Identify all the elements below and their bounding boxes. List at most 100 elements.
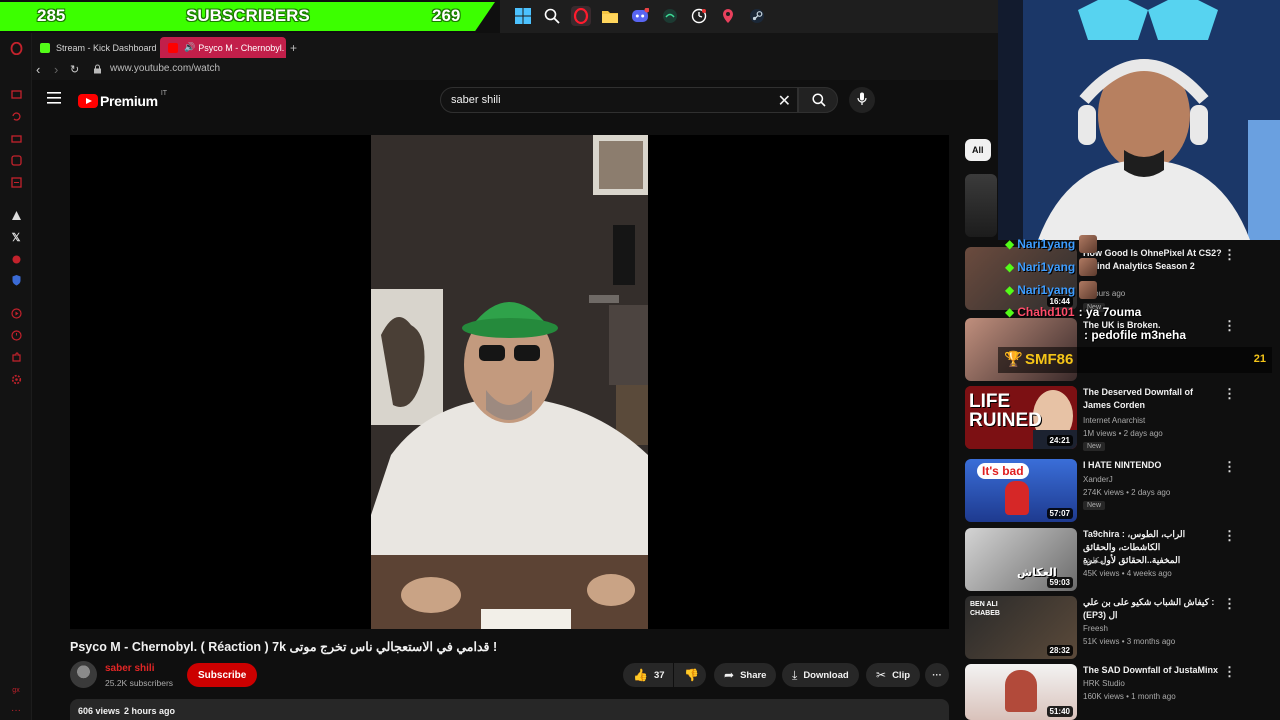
sidebar-icon-2[interactable] [9,109,23,123]
vpn-shield-icon[interactable] [9,273,23,287]
share-icon: ➦ [724,668,735,682]
microphone-icon [857,92,867,105]
sidebar-icon-7[interactable]: gx [9,683,23,697]
badge-icon: ◆ [1005,260,1015,274]
file-explorer-icon[interactable] [600,6,620,26]
clock-icon[interactable] [689,6,709,26]
recommendation-item[interactable]: العكاش 59:03 Ta9chira : الراب، الطوس، ال… [965,528,1270,592]
thumbnail-text: It's bad [977,463,1029,479]
emote-icon [1079,235,1098,253]
youtube-premium-logo[interactable]: Premium IT [78,89,168,109]
view-count: 45K views [1083,569,1120,578]
video-duration: 51:40 [1046,706,1073,717]
video-title: كيفاش الشباب شكيو على بن علي : (EP3) ال [1083,597,1215,620]
dislike-button[interactable]: 👎 [674,663,706,687]
location-icon[interactable] [718,6,738,26]
top-supporter-count: 21 [1253,353,1266,365]
thumbs-down-icon: 👎 [684,668,699,682]
recommendation-item[interactable]: 51:40 The SAD Downfall of JustaMinx HRK … [965,664,1270,720]
search-input[interactable]: saber shili ✕ [440,87,798,113]
thumbs-up-icon: 👍 [633,668,648,682]
youtube-header: Premium IT saber shili ✕ [32,80,998,120]
like-count: 37 [653,669,665,681]
video-frame-image [371,135,648,629]
kick-icon [40,42,50,53]
view-count: 274K views [1083,488,1124,497]
video-owner-row: saber shili 25.2K subscribers Subscribe … [70,661,950,689]
channel-avatar[interactable] [70,661,97,688]
badge-icon: ◆ [1005,237,1015,251]
emote-icon [1079,258,1098,276]
new-tab-button[interactable]: + [286,37,304,58]
more-vertical-icon[interactable]: ⋮ [1223,664,1236,680]
badge-icon: ◆ [1005,305,1015,319]
recommendation-item[interactable]: It's bad 57:07 I HATE NINTENDO XanderJ 2… [965,459,1270,523]
thumbnail-text: LIFE RUINED [969,391,1042,431]
discord-icon[interactable] [630,6,650,26]
more-vertical-icon[interactable]: ⋮ [1223,386,1236,402]
more-actions-button[interactable]: ··· [925,663,949,687]
sidebar-icon-3[interactable] [9,131,23,145]
more-horizontal-icon: ··· [932,669,942,681]
webcam-image [998,0,1280,240]
upload-age: 2 hours ago [124,706,176,716]
tab-kick-dashboard[interactable]: Stream - Kick Dashboard [32,37,160,58]
subscriber-count: 25.2K subscribers [105,678,174,688]
video-age: 1 month ago [1131,692,1176,701]
description-box[interactable]: 606 views 2 hours ago [70,699,949,720]
recommendation-item[interactable]: BEN ALI CHABEB 28:32 كيفاش الشباب شكيو ع… [965,596,1270,660]
more-vertical-icon[interactable]: ⋮ [1223,459,1236,475]
sidebar-icon-5[interactable] [9,175,23,189]
sidebar-icon-4[interactable] [9,153,23,167]
voice-search-button[interactable] [849,87,875,113]
app-icon[interactable] [660,6,680,26]
subscriber-count-left: 285 [37,6,66,25]
history-icon[interactable] [9,328,23,342]
video-title: Psyco M - Chernobyl. ( Réaction ) 7k قدا… [70,640,498,654]
video-frame [371,135,648,629]
logo-region: IT [160,89,168,97]
player-icon[interactable] [9,306,23,320]
tab-youtube-video[interactable]: 🔊 Psyco M - Chernobyl. [160,37,286,58]
search-icon[interactable] [542,6,562,26]
chat-overlay: ◆ Nari1yang ◆ Nari1yang ◆ Nari1yang ◆ Ch… [1005,232,1275,352]
channel-name: HRK Studio [1083,679,1125,688]
video-player[interactable] [70,135,949,629]
chat-message: ◆ Nari1yang [1005,280,1098,300]
opera-icon[interactable] [571,6,591,26]
recommendation-item[interactable]: LIFE RUINED 24:21 The Deserved Downfall … [965,386,1270,451]
x-twitter-icon[interactable]: 𝕏 [9,230,23,244]
clear-search-icon[interactable]: ✕ [778,91,791,111]
settings-gear-icon[interactable] [9,372,23,386]
sidebar-icon-6[interactable] [9,252,23,266]
filter-chip-all[interactable]: All [965,139,991,161]
download-button[interactable]: ⤓ Download [782,663,859,687]
opera-logo-icon[interactable] [9,41,23,55]
extensions-icon[interactable] [9,350,23,364]
aria-icon[interactable] [9,208,23,222]
steam-icon[interactable] [747,6,767,26]
sidebar-icon-1[interactable] [9,87,23,101]
share-button[interactable]: ➦ Share [714,663,777,687]
chat-message: : pedofile m3neha [1080,325,1186,345]
tab-label: Psyco M - Chernobyl. [198,42,285,53]
more-vertical-icon[interactable]: ⋮ [1223,596,1236,612]
url-text[interactable]: www.youtube.com/watch [110,63,220,74]
channel-name[interactable]: saber shili [105,663,154,674]
more-vertical-icon[interactable]: ⋮ [1223,528,1236,544]
view-count: 606 views [78,706,121,716]
like-button[interactable]: 👍 37 [623,663,673,687]
more-icon[interactable]: ··· [9,703,23,717]
video-duration: 57:07 [1046,508,1073,519]
forward-icon[interactable]: › [54,62,58,77]
subscribe-button[interactable]: Subscribe [187,663,258,687]
trophy-icon: 🏆 [1004,351,1023,368]
reload-icon[interactable]: ↻ [70,63,79,76]
back-icon[interactable]: ‹ [36,62,40,77]
video-stats: 45K views • 4 weeks ago [1083,569,1172,578]
windows-icon[interactable] [513,6,533,26]
hamburger-menu-icon[interactable] [47,92,61,107]
search-value: saber shili [451,94,501,106]
clip-button[interactable]: ✂ Clip [866,663,921,687]
search-button[interactable] [798,87,838,113]
